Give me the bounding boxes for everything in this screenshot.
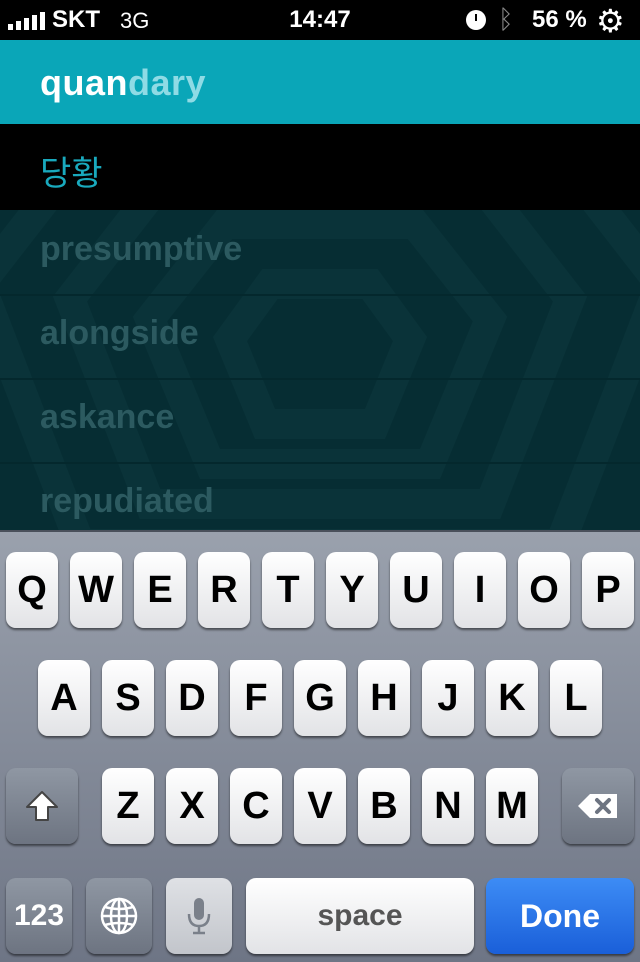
- key-f[interactable]: F: [230, 660, 282, 736]
- list-item-label: repudiated: [40, 482, 214, 520]
- key-w[interactable]: W: [70, 552, 122, 628]
- gear-icon: ⚙: [596, 3, 625, 39]
- microphone-key[interactable]: [166, 878, 232, 954]
- key-t[interactable]: T: [262, 552, 314, 628]
- shift-icon: [26, 791, 58, 821]
- key-y[interactable]: Y: [326, 552, 378, 628]
- key-o[interactable]: O: [518, 552, 570, 628]
- key-n[interactable]: N: [422, 768, 474, 844]
- typed-text: quan: [40, 62, 128, 103]
- autocomplete-suggestion: dary: [128, 62, 207, 103]
- list-item[interactable]: repudiated: [0, 462, 640, 530]
- bluetooth-icon: ᛒ: [498, 4, 514, 34]
- translation-row: 당황: [0, 124, 640, 210]
- keyboard: Q W E R T Y U I O P A S D F G H J K L Z …: [0, 530, 640, 962]
- key-a[interactable]: A: [38, 660, 90, 736]
- key-p[interactable]: P: [582, 552, 634, 628]
- key-z[interactable]: Z: [102, 768, 154, 844]
- search-input[interactable]: quandary: [40, 62, 206, 104]
- globe-icon: [100, 897, 138, 935]
- key-b[interactable]: B: [358, 768, 410, 844]
- key-v[interactable]: V: [294, 768, 346, 844]
- key-s[interactable]: S: [102, 660, 154, 736]
- battery-percent: 56 %: [532, 6, 587, 33]
- delete-key[interactable]: [562, 768, 634, 844]
- microphone-icon: [187, 898, 211, 935]
- globe-key[interactable]: [86, 878, 152, 954]
- list-item[interactable]: presumptive: [0, 210, 640, 296]
- key-h[interactable]: H: [358, 660, 410, 736]
- list-item-label: presumptive: [40, 230, 243, 268]
- translation-text: 당황: [40, 155, 103, 193]
- key-c[interactable]: C: [230, 768, 282, 844]
- network-type: 3G: [120, 8, 150, 33]
- list-item[interactable]: askance: [0, 378, 640, 464]
- carrier-name: SKT: [52, 6, 100, 33]
- done-button[interactable]: Done: [486, 878, 634, 954]
- status-bar: SKT 3G 14:47 ᛒ 56 % ⚙: [0, 0, 640, 40]
- list-item-label: alongside: [40, 314, 199, 352]
- space-key[interactable]: space: [246, 878, 474, 954]
- key-r[interactable]: R: [198, 552, 250, 628]
- key-i[interactable]: I: [454, 552, 506, 628]
- signal-icon: [8, 10, 45, 30]
- numbers-key[interactable]: 123: [6, 878, 72, 954]
- key-q[interactable]: Q: [6, 552, 58, 628]
- key-k[interactable]: K: [486, 660, 538, 736]
- key-e[interactable]: E: [134, 552, 186, 628]
- search-bar[interactable]: quandary: [0, 40, 640, 124]
- key-j[interactable]: J: [422, 660, 474, 736]
- results-list: 당황 presumptive alongside askance repudia…: [0, 124, 640, 530]
- key-d[interactable]: D: [166, 660, 218, 736]
- clock-icon: [466, 10, 486, 30]
- list-item[interactable]: alongside: [0, 294, 640, 380]
- list-item-label: askance: [40, 398, 175, 436]
- key-g[interactable]: G: [294, 660, 346, 736]
- shift-key[interactable]: [6, 768, 78, 844]
- backspace-icon: [578, 794, 617, 818]
- key-x[interactable]: X: [166, 768, 218, 844]
- key-l[interactable]: L: [550, 660, 602, 736]
- key-u[interactable]: U: [390, 552, 442, 628]
- key-m[interactable]: M: [486, 768, 538, 844]
